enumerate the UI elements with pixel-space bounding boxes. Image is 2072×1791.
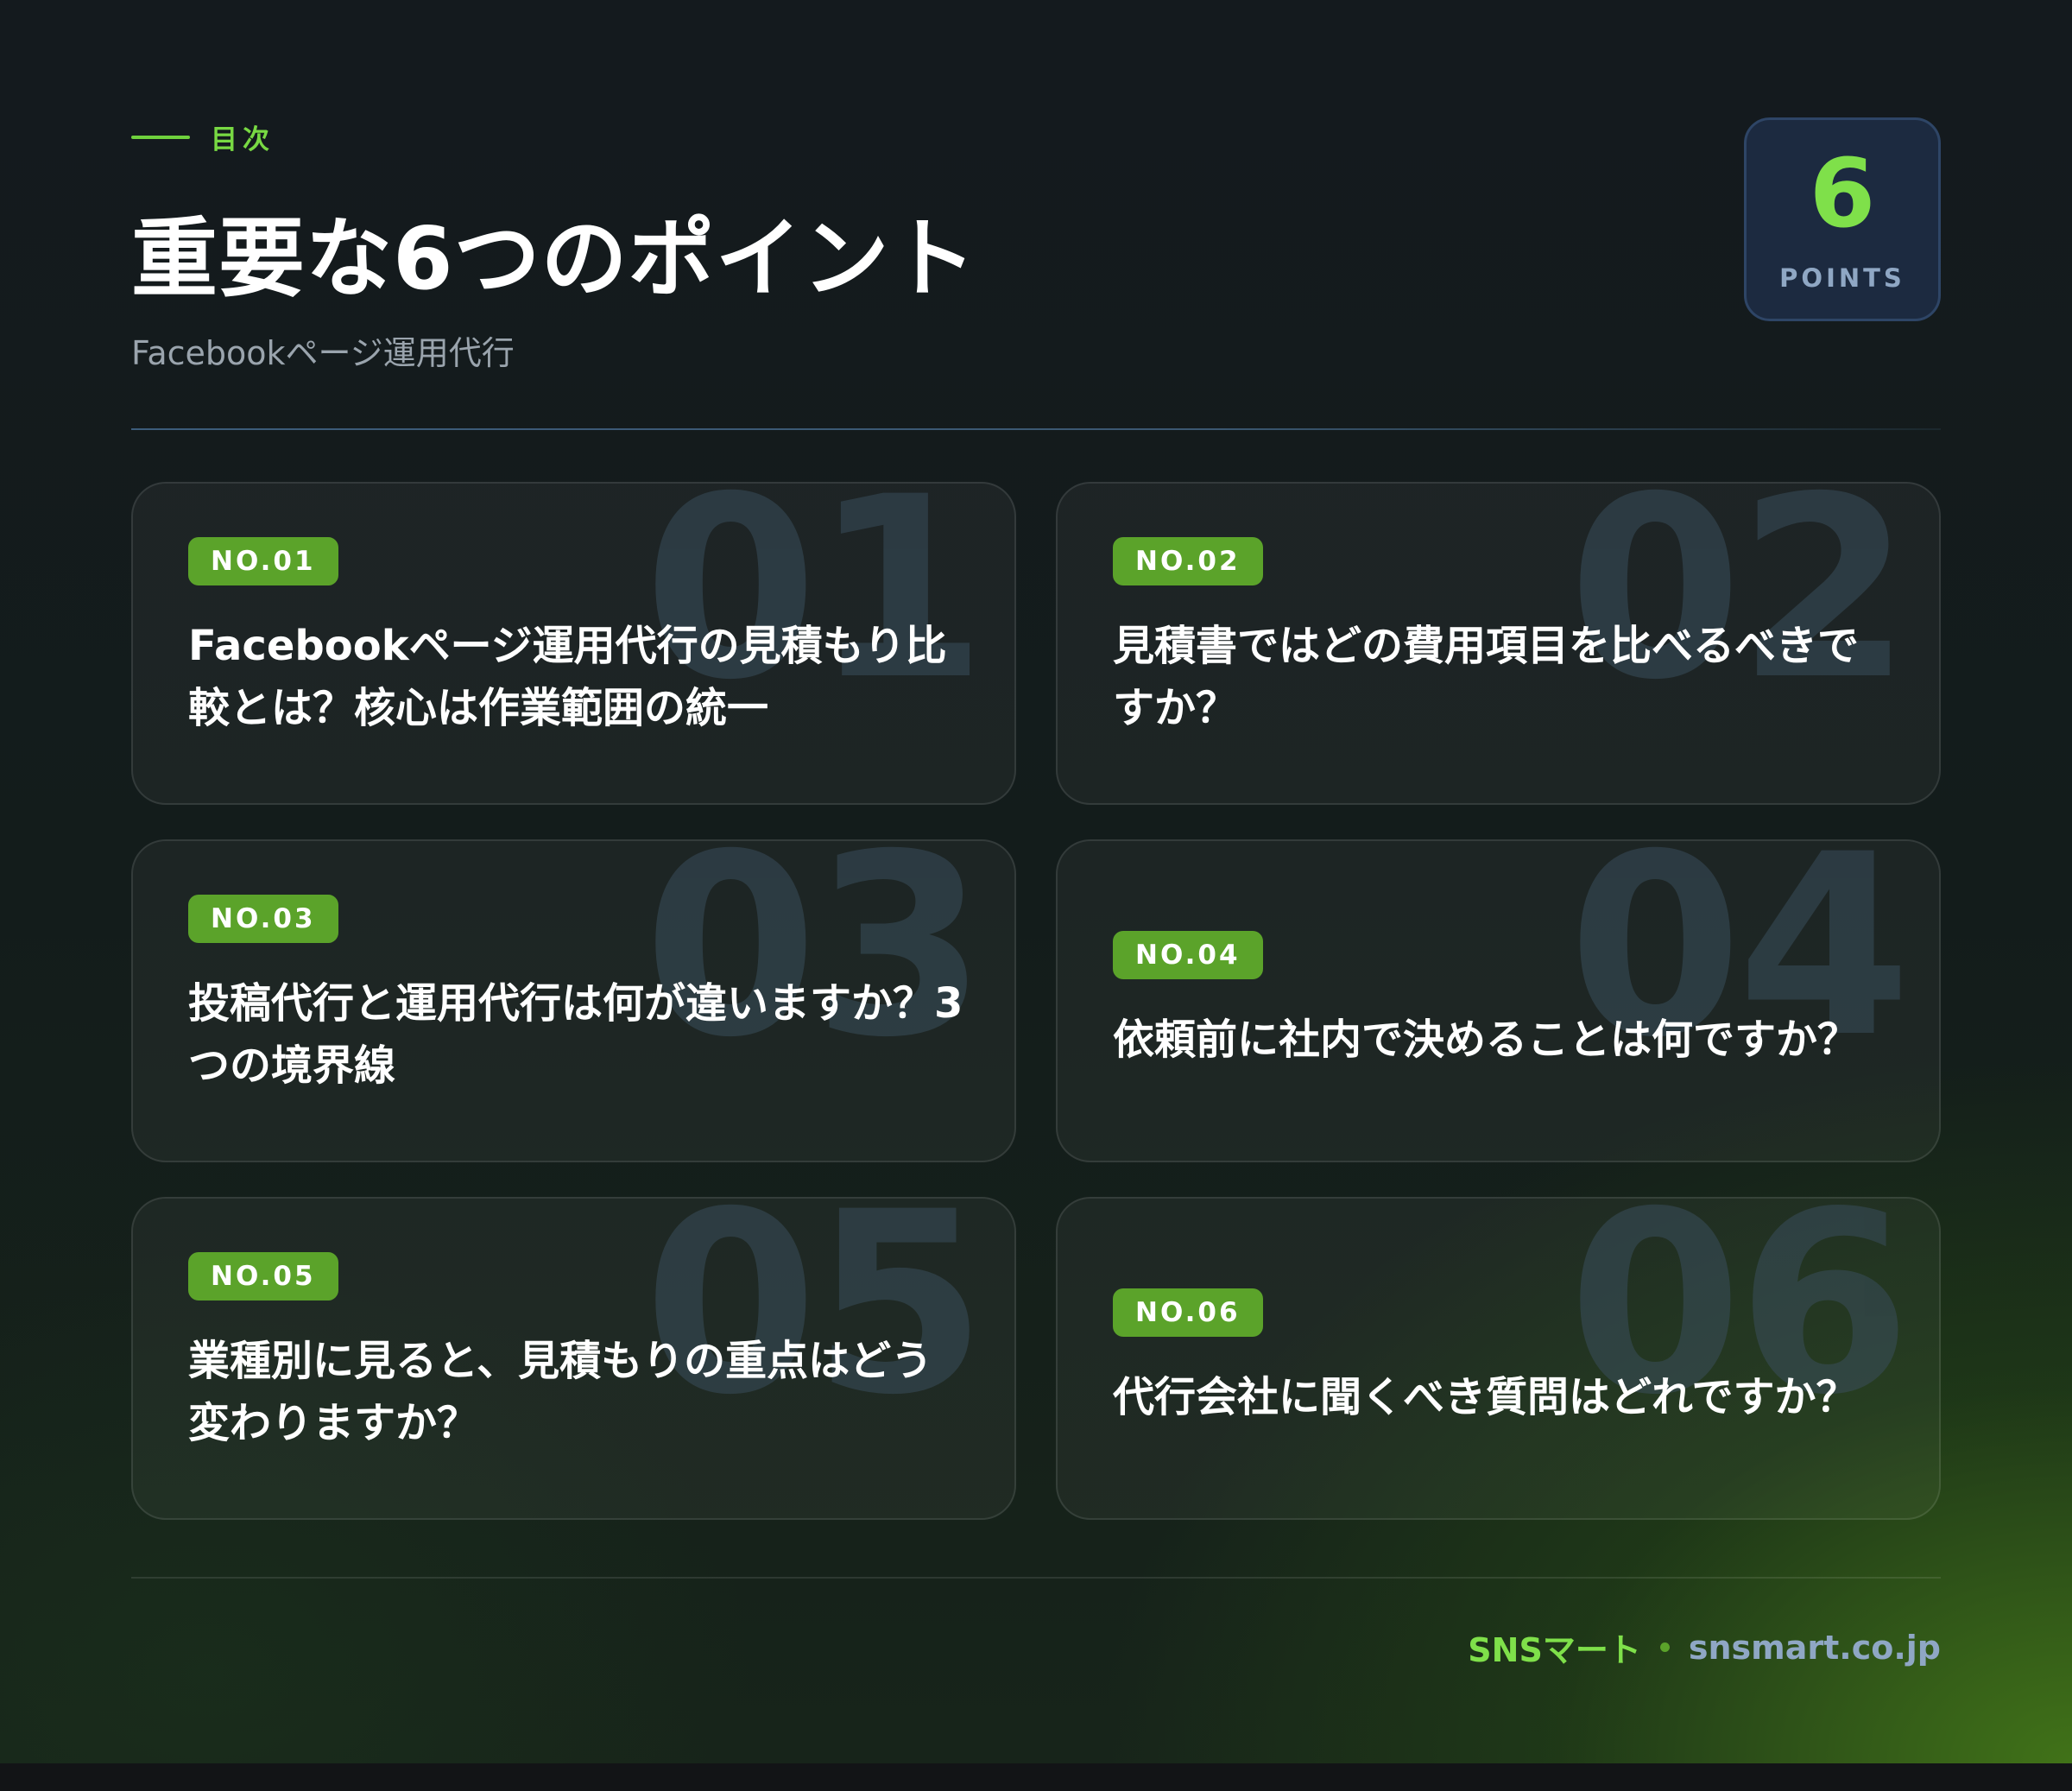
point-card-04[interactable]: 04 NO.04 依頼前に社内で決めることは何ですか？ [1056, 839, 1941, 1162]
card-number-tag: NO.01 [188, 537, 338, 585]
card-title: 業種別に見ると、見積もりの重点はどう変わりますか？ [188, 1337, 933, 1447]
footer: SNSマート snsmart.co.jp [1468, 1623, 1941, 1671]
bottom-edge-strip [0, 1763, 2072, 1791]
points-badge: 6 POINTS [1744, 117, 1941, 321]
header-divider [131, 428, 1941, 430]
eyebrow: 目次 [131, 117, 275, 156]
card-title: Facebookページ運用代行の見積もり比較とは？核心は作業範囲の統一 [188, 622, 947, 732]
points-grid: 01 NO.01 Facebookページ運用代行の見積もり比較とは？核心は作業範… [131, 482, 1941, 1520]
card-number-tag: NO.05 [188, 1252, 338, 1301]
card-title: 見積書ではどの費用項目を比べるべきですか？ [1113, 622, 1860, 732]
point-card-05[interactable]: 05 NO.05 業種別に見ると、見積もりの重点はどう変わりますか？ [131, 1197, 1016, 1520]
card-title: 代行会社に聞くべき質問はどれですか？ [1113, 1373, 1858, 1421]
card-number-tag: NO.04 [1113, 931, 1263, 979]
eyebrow-accent-line [131, 135, 190, 139]
page-title: 重要な6つのポイント [131, 208, 977, 309]
card-number-tag: NO.02 [1113, 537, 1263, 585]
toc-slide: 目次 重要な6つのポイント Facebookページ運用代行 6 POINTS 0… [0, 0, 2072, 1763]
point-card-02[interactable]: 02 NO.02 見積書ではどの費用項目を比べるべきですか？ [1056, 482, 1941, 805]
points-count: 6 [1809, 138, 1876, 249]
footer-divider [131, 1577, 1941, 1579]
points-label: POINTS [1779, 263, 1905, 293]
separator-dot [1659, 1642, 1670, 1652]
card-title: 依頼前に社内で決めることは何ですか？ [1113, 1016, 1860, 1064]
point-card-01[interactable]: 01 NO.01 Facebookページ運用代行の見積もり比較とは？核心は作業範… [131, 482, 1016, 805]
card-title: 投稿代行と運用代行は何が違いますか？3つの境界線 [188, 979, 963, 1090]
card-number-tag: NO.03 [188, 895, 338, 943]
eyebrow-label: 目次 [211, 124, 275, 155]
point-card-03[interactable]: 03 NO.03 投稿代行と運用代行は何が違いますか？3つの境界線 [131, 839, 1016, 1162]
card-number-tag: NO.06 [1113, 1288, 1263, 1337]
site-domain[interactable]: snsmart.co.jp [1689, 1629, 1941, 1667]
page-subtitle: Facebookページ運用代行 [131, 334, 515, 372]
brand-name: SNSマート [1468, 1631, 1641, 1669]
point-card-06[interactable]: 06 NO.06 代行会社に聞くべき質問はどれですか？ [1056, 1197, 1941, 1520]
